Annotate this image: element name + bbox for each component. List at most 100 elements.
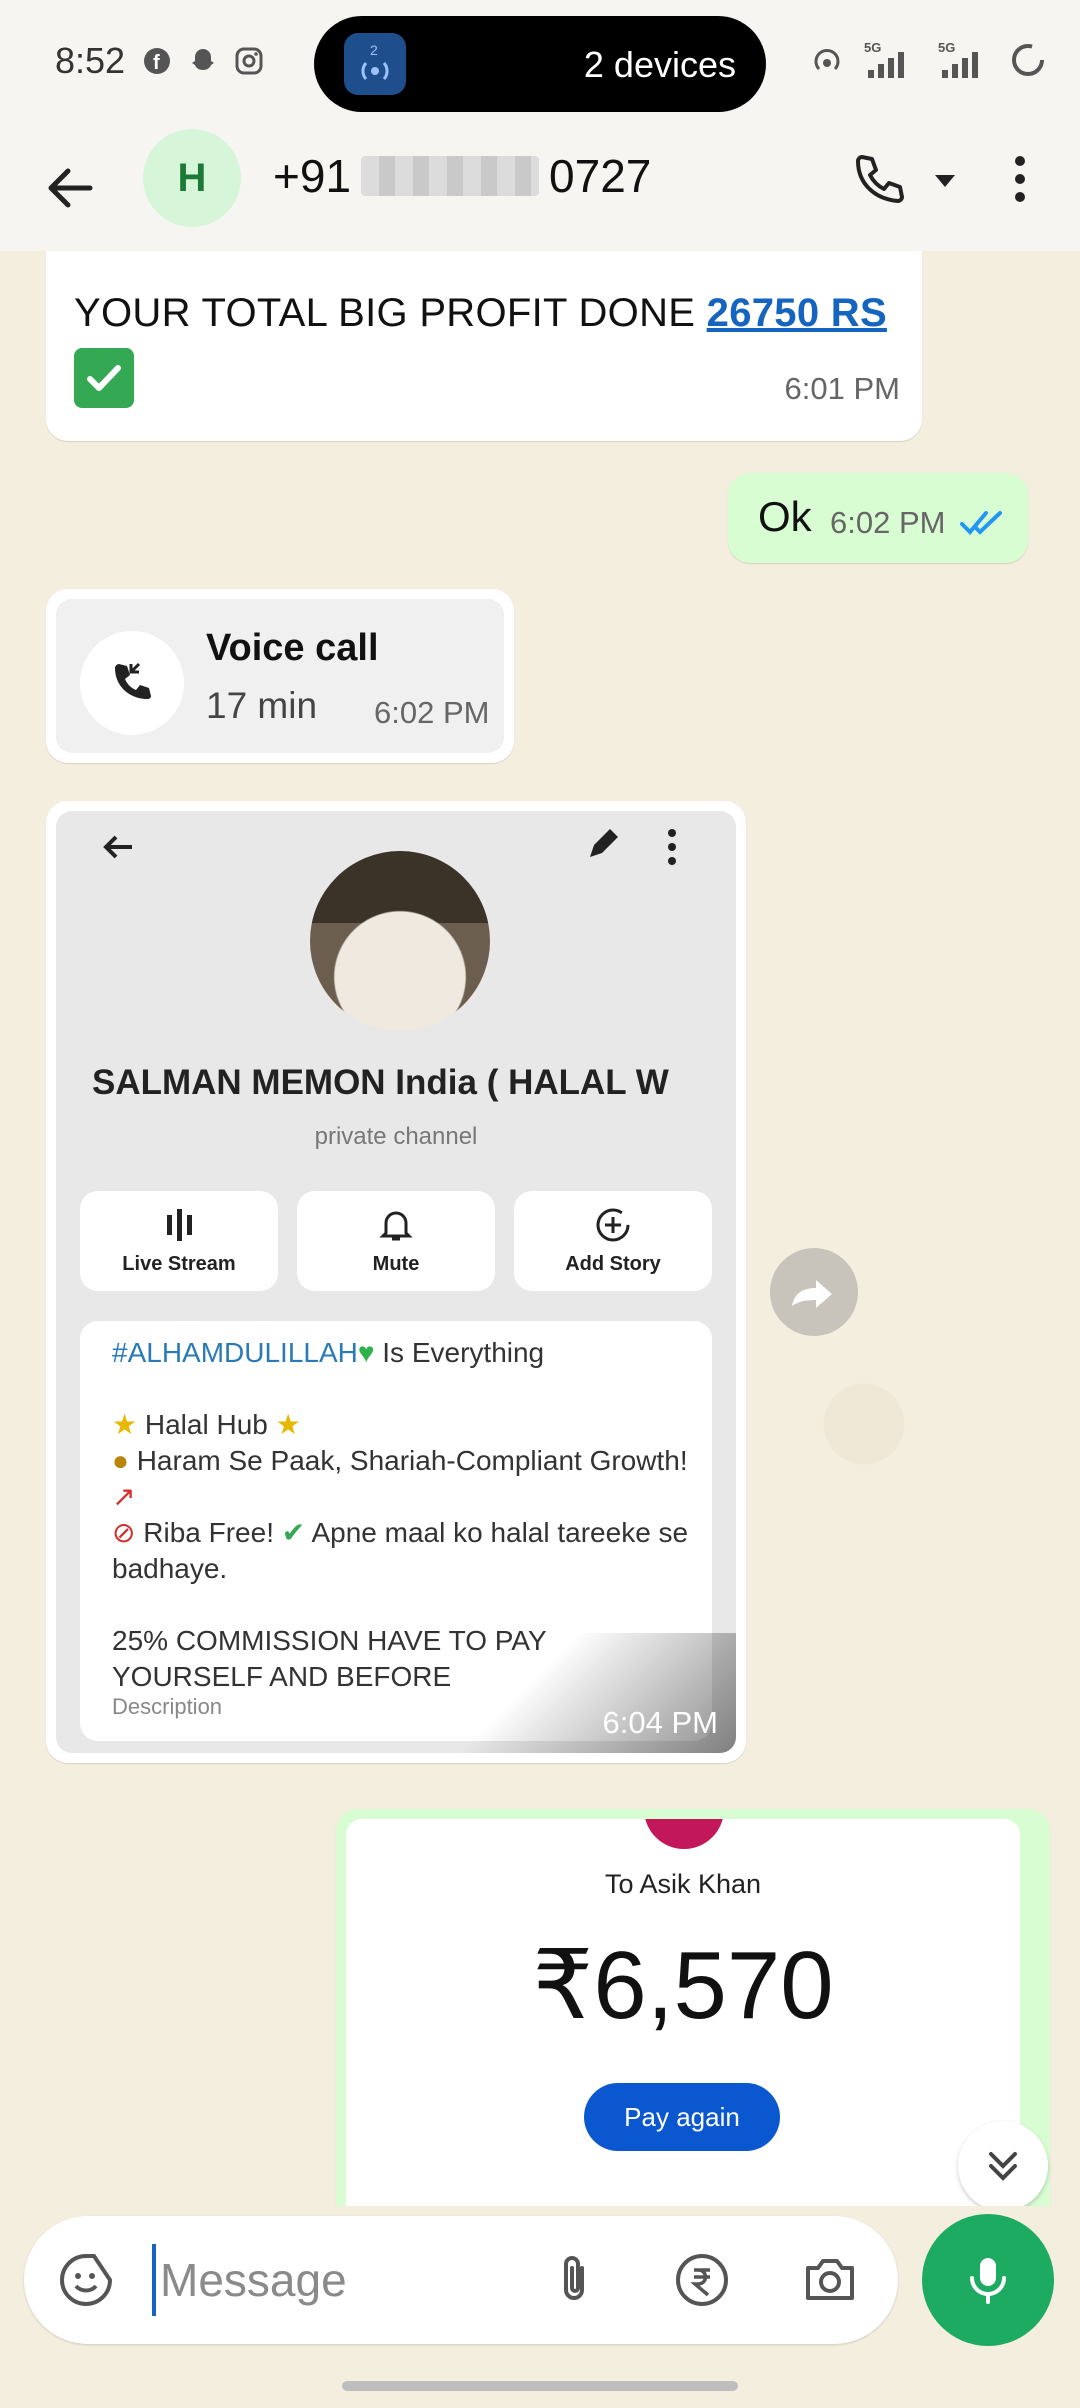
profit-amount-link[interactable]: 26750 RS	[707, 291, 887, 335]
bars-icon	[80, 1203, 278, 1247]
message-text: Ok	[758, 493, 812, 540]
double-chevron-down-icon	[989, 2152, 1017, 2181]
money-bag-emoji: ●	[112, 1445, 129, 1476]
camera-button[interactable]	[800, 2250, 860, 2310]
description-text: Is Everything	[374, 1337, 545, 1368]
hotspot-icon	[814, 49, 840, 71]
more-options-button[interactable]	[1000, 149, 1040, 209]
description-text: Riba Free!	[143, 1517, 274, 1548]
rupee-icon	[676, 2254, 728, 2306]
contact-phone[interactable]: +91 0727	[273, 149, 651, 203]
sticker-button[interactable]	[56, 2250, 116, 2310]
live-stream-action: Live Stream	[80, 1191, 278, 1291]
forward-button[interactable]	[770, 1248, 858, 1336]
channel-screenshot[interactable]: SALMAN MEMON India ( HALAL W private cha…	[56, 811, 736, 1753]
call-duration: 17 min	[206, 685, 318, 726]
dynamic-island[interactable]: 2 2 devices	[314, 16, 766, 112]
message-composer	[24, 2216, 898, 2344]
scroll-to-bottom-button[interactable]	[958, 2121, 1048, 2206]
attach-button[interactable]	[544, 2250, 604, 2310]
pay-again-button[interactable]: Pay again	[584, 2083, 780, 2151]
chat-header: H +91 0727	[0, 125, 1080, 252]
hashtag: #ALHAMDULILLAH	[112, 1337, 358, 1368]
broadcast-icon: 2	[344, 33, 406, 95]
chart-emoji: ↗	[112, 1481, 136, 1512]
battery-ring-icon	[1012, 44, 1044, 76]
message-time: 6:04 PM	[602, 1705, 718, 1740]
phone-suffix: 0727	[549, 150, 652, 202]
payment-button[interactable]	[672, 2250, 732, 2310]
message-body: YOUR TOTAL BIG PROFIT DONE	[74, 291, 707, 335]
incoming-call-icon	[80, 631, 184, 735]
instagram-icon	[234, 46, 264, 76]
caret-down-icon	[935, 175, 955, 187]
paperclip-icon	[564, 2256, 584, 2300]
arrow-back-icon	[103, 835, 132, 859]
payment-card[interactable]: To Asik Khan ₹6,570 Pay again	[346, 1819, 1020, 2206]
call-options-dropdown[interactable]	[930, 165, 960, 195]
check-emoji: ✔	[281, 1517, 306, 1548]
payment-amount: ₹6,570	[532, 1932, 834, 2039]
description-line-3: ● Haram Se Paak, Shariah-Compliant Growt…	[112, 1443, 692, 1515]
incoming-voice-call[interactable]: Voice call 17 min 6:02 PM	[46, 589, 514, 763]
redacted-digits	[361, 156, 540, 196]
description-label: Description	[112, 1694, 223, 1719]
star-emoji: ★	[275, 1409, 301, 1440]
channel-name: SALMAN MEMON India ( HALAL W	[92, 1063, 669, 1102]
check-mark-emoji	[74, 348, 134, 408]
home-indicator[interactable]	[342, 2381, 738, 2391]
arrow-back-icon	[48, 168, 93, 208]
payee-name: To Asik Khan	[604, 1869, 762, 1899]
description-line-4: ⊘ Riba Free! ✔ Apne maal ko halal tareek…	[112, 1515, 692, 1587]
payee-avatar	[644, 1819, 724, 1849]
phone-prefix: +91	[273, 150, 352, 202]
incoming-message-profit[interactable]: YOUR TOTAL BIG PROFIT DONE 26750 RS 6:01…	[46, 251, 922, 441]
message-text: YOUR TOTAL BIG PROFIT DONE 26750 RS	[74, 291, 887, 336]
action-label: Live Stream	[122, 1253, 236, 1275]
outgoing-message-ok[interactable]: Ok 6:02 PM	[728, 473, 1028, 563]
action-label: Mute	[372, 1253, 420, 1275]
status-time: 8:52	[55, 40, 126, 81]
channel-subtitle: private channel	[314, 1123, 478, 1150]
green-heart-emoji: ♥	[357, 1337, 375, 1368]
voice-message-button[interactable]	[922, 2214, 1054, 2346]
phone-icon	[856, 155, 904, 203]
chat-area[interactable]: YOUR TOTAL BIG PROFIT DONE 26750 RS 6:01…	[0, 251, 1080, 2206]
description-line-2: ★ Halal Hub ★	[112, 1407, 692, 1443]
mute-action: Mute	[297, 1191, 495, 1291]
bell-icon	[297, 1203, 495, 1247]
action-label: Add Story	[565, 1253, 661, 1275]
channel-photo	[310, 851, 490, 1031]
status-indicators: 5G 5G	[810, 40, 1046, 80]
more-vert-icon	[668, 829, 676, 865]
add-story-action: Add Story	[514, 1191, 712, 1291]
add-circle-icon	[514, 1203, 712, 1247]
camera-icon	[806, 2259, 854, 2300]
network-label-2: 5G	[938, 40, 955, 55]
status-bar: 8:52 f 2 2 devices 5G 5G	[0, 0, 1080, 125]
description-line-1: #ALHAMDULILLAH♥ Is Everything	[112, 1335, 692, 1371]
read-receipt-icon	[960, 505, 1006, 544]
message-time: 6:01 PM	[784, 371, 900, 406]
message-time: 6:02 PM	[830, 505, 946, 540]
more-vert-icon	[1015, 156, 1025, 202]
star-emoji: ★	[112, 1409, 138, 1440]
sticker-smiley-icon	[60, 2254, 113, 2306]
message-input[interactable]	[152, 2244, 542, 2316]
signal-1-icon: 5G	[864, 40, 904, 78]
svg-text:f: f	[153, 52, 160, 74]
contact-avatar[interactable]: H	[143, 129, 241, 227]
status-app-icons: f	[142, 46, 264, 76]
pencil-icon	[590, 829, 618, 857]
call-title: Voice call	[206, 627, 379, 669]
incoming-image-message[interactable]: SALMAN MEMON India ( HALAL W private cha…	[46, 801, 746, 1763]
voice-call-button[interactable]	[848, 149, 908, 209]
network-label-1: 5G	[864, 40, 881, 55]
island-text: 2 devices	[583, 44, 736, 85]
prohibited-emoji: ⊘	[112, 1517, 136, 1548]
message-time: 6:02 PM	[374, 695, 490, 730]
outgoing-payment-message[interactable]: To Asik Khan ₹6,570 Pay again	[336, 1809, 1050, 2206]
call-card[interactable]: Voice call 17 min 6:02 PM	[56, 599, 504, 753]
snapchat-icon	[188, 46, 218, 76]
back-button[interactable]	[40, 158, 100, 218]
